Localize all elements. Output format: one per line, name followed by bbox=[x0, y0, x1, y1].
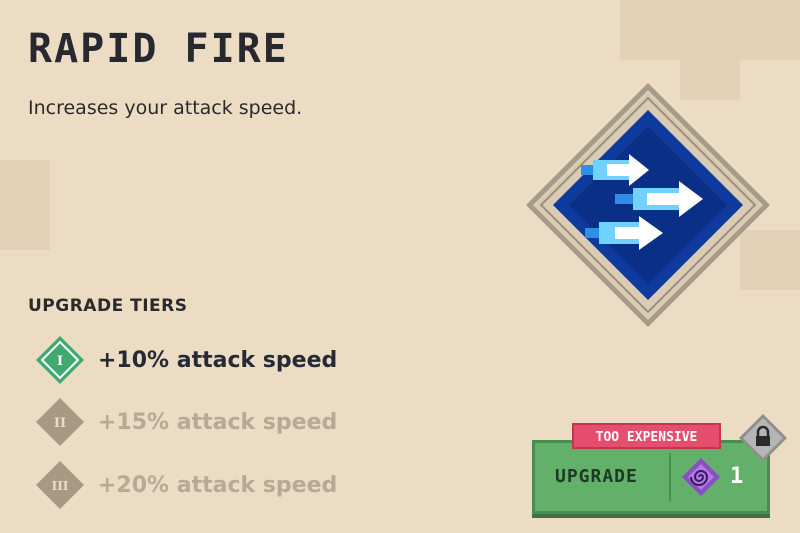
tier-2-badge-icon: II bbox=[36, 398, 84, 446]
upgrade-label: UPGRADE bbox=[555, 466, 638, 487]
tier-2[interactable]: II +15% attack speed bbox=[34, 396, 337, 448]
tier-3[interactable]: III +20% attack speed bbox=[34, 459, 337, 511]
tier-numeral: II bbox=[54, 416, 66, 431]
tier-numeral: I bbox=[57, 354, 63, 369]
tier-numeral: III bbox=[52, 479, 69, 493]
tier-1[interactable]: I +10% attack speed bbox=[34, 334, 337, 386]
background-block bbox=[0, 160, 50, 250]
tier-1-badge-icon: I bbox=[36, 336, 84, 384]
upgrade-divider bbox=[669, 453, 671, 501]
rapid-fire-arrows-icon bbox=[526, 83, 770, 327]
upgrade-tiers-heading: UPGRADE TIERS bbox=[28, 296, 188, 316]
tier-label: +15% attack speed bbox=[98, 409, 338, 435]
background-block bbox=[620, 0, 800, 60]
padlock-icon bbox=[739, 414, 787, 462]
tier-label: +10% attack speed bbox=[98, 347, 338, 373]
upgrade-button[interactable]: UPGRADE 1 bbox=[532, 440, 770, 514]
tier-3-badge-icon: III bbox=[36, 461, 84, 509]
tier-label: +20% attack speed bbox=[98, 472, 338, 498]
too-expensive-badge: TOO EXPENSIVE bbox=[572, 423, 721, 449]
ability-description: Increases your attack speed. bbox=[28, 97, 303, 119]
ability-title: RAPID FIRE bbox=[28, 26, 289, 72]
enchantment-point-spiral-icon bbox=[682, 458, 720, 496]
